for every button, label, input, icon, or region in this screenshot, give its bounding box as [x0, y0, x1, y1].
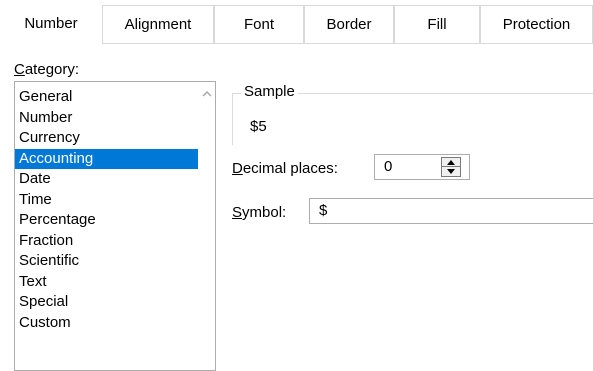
- tab-alignment-label: Alignment: [124, 16, 192, 33]
- category-item-fraction[interactable]: Fraction: [15, 231, 198, 252]
- sample-value: $5: [250, 118, 267, 135]
- symbol-label-mnemonic: S: [232, 204, 243, 221]
- category-label-mnemonic: C: [14, 61, 25, 78]
- category-item-percentage[interactable]: Percentage: [15, 210, 198, 231]
- category-item-general[interactable]: General: [15, 87, 198, 108]
- category-scrollbar[interactable]: [198, 82, 215, 370]
- tab-alignment[interactable]: Alignment: [102, 5, 214, 43]
- decimal-places-label-rest: ecimal places:: [242, 160, 338, 177]
- category-item-number[interactable]: Number: [15, 108, 198, 129]
- tab-border-label: Border: [326, 16, 372, 33]
- decimal-places-label-mnemonic: D: [232, 160, 243, 177]
- symbol-label-rest: ymbol:: [242, 204, 287, 221]
- symbol-label: Symbol:: [232, 204, 286, 221]
- category-item-currency[interactable]: Currency: [15, 128, 198, 149]
- category-item-date[interactable]: Date: [15, 169, 198, 190]
- category-list[interactable]: General Number Currency Accounting Date …: [14, 81, 216, 371]
- category-item-time[interactable]: Time: [15, 190, 198, 211]
- tab-fill[interactable]: Fill: [394, 5, 480, 43]
- triangle-up-icon[interactable]: [442, 158, 460, 167]
- triangle-down-icon[interactable]: [442, 167, 460, 176]
- decimal-places-label: Decimal places:: [232, 160, 338, 177]
- category-item-special[interactable]: Special: [15, 292, 198, 313]
- tab-protection-label: Protection: [502, 16, 571, 33]
- tab-font[interactable]: Font: [214, 5, 304, 43]
- tab-strip: Number Alignment Font Border Fill Protec…: [0, 0, 593, 44]
- tab-number[interactable]: Number: [0, 2, 102, 44]
- category-item-scientific[interactable]: Scientific: [15, 251, 198, 272]
- symbol-value: $: [319, 202, 328, 219]
- tab-fill-label: Fill: [427, 16, 447, 33]
- tab-number-label: Number: [24, 15, 78, 32]
- category-label-rest: ategory:: [24, 61, 80, 78]
- category-item-accounting[interactable]: Accounting: [15, 148, 198, 169]
- category-label: Category:: [14, 61, 79, 78]
- decimal-places-value[interactable]: 0: [384, 158, 392, 175]
- category-item-custom[interactable]: Custom: [15, 313, 198, 334]
- sample-group: [232, 93, 593, 145]
- decimal-places-stepper[interactable]: 0: [374, 154, 470, 180]
- tab-font-label: Font: [243, 16, 274, 33]
- symbol-dropdown[interactable]: $: [309, 198, 593, 224]
- tab-protection[interactable]: Protection: [480, 5, 593, 43]
- tab-border[interactable]: Border: [304, 5, 394, 43]
- category-item-text[interactable]: Text: [15, 272, 198, 293]
- decimal-places-spinner: [441, 157, 461, 177]
- chevron-up-icon[interactable]: [198, 86, 215, 100]
- category-items: General Number Currency Accounting Date …: [15, 87, 198, 333]
- sample-legend: Sample: [241, 83, 298, 100]
